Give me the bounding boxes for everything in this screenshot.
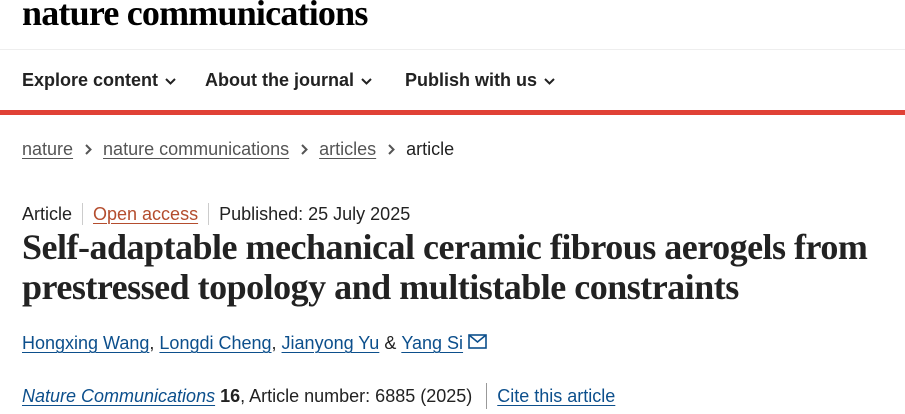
breadcrumb-link-nature-communications[interactable]: nature communications	[103, 139, 289, 160]
citation-divider	[486, 383, 488, 409]
author-link[interactable]: Longdi Cheng	[159, 333, 271, 354]
nav-item-label: About the journal	[205, 70, 354, 90]
article-number: , Article number: 6885 (2025)	[240, 385, 473, 406]
author-list: Hongxing Wang , Longdi Cheng , Jianyong …	[22, 333, 487, 354]
nav-about-the-journal[interactable]: About the journal	[205, 70, 372, 91]
chevron-down-icon	[361, 78, 372, 85]
breadcrumb-link-nature[interactable]: nature	[22, 139, 73, 160]
article-meta: Article Open access Published: 25 July 2…	[22, 203, 410, 225]
article-title: Self-adaptable mechanical ceramic fibrou…	[22, 227, 868, 307]
breadcrumb: nature nature communications articles ar…	[22, 139, 454, 160]
author-separator: ,	[271, 333, 282, 353]
nav-item-label: Explore content	[22, 70, 159, 90]
meta-divider	[208, 203, 210, 225]
mail-icon[interactable]	[468, 334, 487, 349]
chevron-right-icon	[301, 144, 309, 155]
chevron-down-icon	[544, 78, 555, 85]
author-link[interactable]: Yang Si	[401, 333, 463, 354]
volume-number: 16	[220, 385, 241, 406]
author-separator: ,	[149, 333, 160, 353]
main-nav: Explore content About the journal Publis…	[0, 51, 905, 110]
cite-this-article-link[interactable]: Cite this article	[497, 386, 615, 407]
nav-item-label: Publish with us	[405, 70, 538, 90]
author-link[interactable]: Jianyong Yu	[282, 333, 380, 354]
header-accent-rule	[0, 110, 905, 115]
article-type: Article	[22, 203, 73, 224]
journal-link[interactable]: Nature Communications	[22, 386, 215, 407]
author-link[interactable]: Hongxing Wang	[22, 333, 149, 354]
chevron-right-icon	[85, 144, 92, 155]
chevron-right-icon	[388, 144, 396, 155]
site-logo[interactable]: nature communications	[22, 0, 368, 34]
nav-publish-with-us[interactable]: Publish with us	[405, 70, 555, 91]
published-date: Published: 25 July 2025	[219, 203, 411, 224]
breadcrumb-link-articles[interactable]: articles	[319, 139, 376, 160]
logo-bar: nature communications	[0, 0, 905, 50]
citation-line: Nature Communications 16 , Article numbe…	[22, 383, 615, 409]
meta-divider	[82, 203, 84, 225]
nav-explore-content[interactable]: Explore content	[22, 70, 176, 91]
breadcrumb-current: article	[406, 139, 455, 159]
chevron-down-icon	[165, 78, 176, 85]
author-conjunction: &	[379, 333, 402, 353]
open-access-link[interactable]: Open access	[93, 204, 198, 225]
